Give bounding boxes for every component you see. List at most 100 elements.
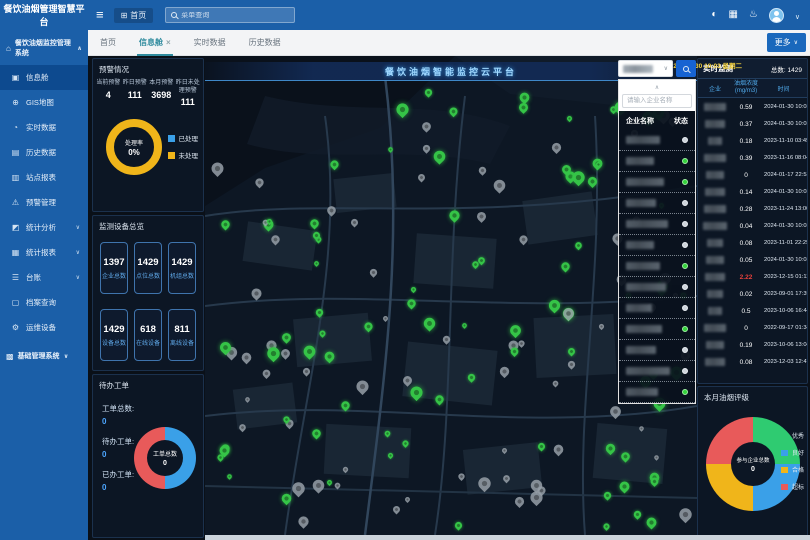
map-pin[interactable] <box>453 520 463 530</box>
device-stat-card[interactable]: 1429 点位总数 <box>134 242 162 294</box>
map-pin[interactable] <box>329 159 341 171</box>
realtime-row[interactable]: 0.39 2023-11-16 08:04:00 <box>698 149 807 166</box>
page-tab[interactable]: 首页 <box>98 30 118 56</box>
map-pin[interactable] <box>559 260 571 272</box>
company-list-item[interactable] <box>619 319 695 340</box>
map-pin[interactable] <box>513 495 526 508</box>
company-list-item[interactable] <box>619 277 695 298</box>
company-list-item[interactable] <box>619 340 695 361</box>
realtime-row[interactable]: 0.28 2023-11-24 13:00:00 <box>698 200 807 217</box>
map-pin[interactable] <box>313 260 320 267</box>
map-pin[interactable] <box>502 474 512 484</box>
map-pin[interactable] <box>408 384 425 401</box>
map-pin[interactable] <box>219 218 231 230</box>
map-pin[interactable] <box>475 211 488 224</box>
map-pin[interactable] <box>501 447 508 454</box>
company-list-item[interactable] <box>619 256 695 277</box>
realtime-row[interactable]: 0.59 2024-01-30 10:03:00 <box>698 98 807 115</box>
sidebar-item[interactable]: ▣ 信息舱 ∨ <box>0 65 88 90</box>
map-pin[interactable] <box>561 306 576 321</box>
device-stat-card[interactable]: 1429 机组总数 <box>168 242 196 294</box>
map-pin[interactable] <box>326 479 333 486</box>
map-pin[interactable] <box>310 477 326 493</box>
realtime-row[interactable]: 0.04 2024-01-30 10:03:00 <box>698 217 807 234</box>
map-pin[interactable] <box>368 267 378 277</box>
map-pin[interactable] <box>269 234 281 246</box>
map-pin[interactable] <box>383 429 391 437</box>
map-pin[interactable] <box>254 177 266 189</box>
map-pin[interactable] <box>422 316 438 332</box>
map-pin[interactable] <box>567 347 577 357</box>
map-pin[interactable] <box>401 440 410 449</box>
device-stat-card[interactable]: 1397 企业总数 <box>100 242 128 294</box>
sidebar-item[interactable]: ▢ 档案查询 ∨ <box>0 290 88 315</box>
map-pin[interactable] <box>394 101 411 118</box>
page-tab[interactable]: 实时数据 <box>192 30 228 56</box>
map-pin[interactable] <box>434 394 446 406</box>
sidebar-item[interactable]: ▦ 统计报表 ∨ <box>0 240 88 265</box>
device-stat-card[interactable]: 811 离线设备 <box>168 309 196 361</box>
map-pin[interactable] <box>409 285 416 292</box>
map-pin[interactable] <box>509 346 520 357</box>
sidebar-item[interactable]: ⚙ 运维设备 ∨ <box>0 315 88 340</box>
map-pin[interactable] <box>310 427 322 439</box>
sidebar-item[interactable]: ◔ 实时数据 ∨ <box>0 115 88 140</box>
realtime-row[interactable]: 0.37 2024-01-30 10:03:00 <box>698 115 807 132</box>
map-pin[interactable] <box>420 120 432 132</box>
page-tab[interactable]: 历史数据 <box>247 30 283 56</box>
sidebar-group-monitoring[interactable]: 餐饮油烟监控管理系统 <box>0 30 88 65</box>
page-tab[interactable]: 信息舱 <box>137 30 173 56</box>
theme-icon[interactable] <box>711 10 717 20</box>
company-list-item[interactable] <box>619 172 695 193</box>
company-list-item[interactable] <box>619 361 695 382</box>
map-pin[interactable] <box>354 378 371 395</box>
map-pin[interactable] <box>602 522 611 531</box>
company-select[interactable] <box>618 60 673 77</box>
map-pin[interactable] <box>209 160 226 177</box>
menu-search-box[interactable] <box>165 7 295 23</box>
map-pin[interactable] <box>349 218 359 228</box>
company-list-item[interactable] <box>619 214 695 235</box>
collapse-handle[interactable] <box>622 81 692 89</box>
company-list-item[interactable] <box>619 235 695 256</box>
map-pin[interactable] <box>323 349 337 363</box>
chevron-down-icon[interactable] <box>795 6 800 24</box>
map-pin[interactable] <box>250 286 264 300</box>
message-icon[interactable] <box>749 10 758 20</box>
sidebar-item[interactable]: ▥ 站点报表 ∨ <box>0 165 88 190</box>
map-pin[interactable] <box>244 396 251 403</box>
map-pin[interactable] <box>339 399 351 411</box>
map-pin[interactable] <box>602 490 612 500</box>
close-icon[interactable] <box>166 38 171 47</box>
map-pin[interactable] <box>457 471 466 480</box>
map-pin[interactable] <box>401 374 414 387</box>
map-pin[interactable] <box>517 234 529 246</box>
map-pin[interactable] <box>619 451 631 463</box>
map-pin[interactable] <box>638 425 645 432</box>
realtime-row[interactable]: 0.5 2023-10-06 16:44:00 <box>698 302 807 319</box>
map-pin[interactable] <box>240 350 254 364</box>
map-pin[interactable] <box>498 365 511 378</box>
device-stat-card[interactable]: 1429 设备总数 <box>100 309 128 361</box>
company-list-item[interactable] <box>619 130 695 151</box>
company-list-item[interactable] <box>619 382 695 403</box>
avatar[interactable] <box>769 8 784 23</box>
map-pin[interactable] <box>518 91 532 105</box>
realtime-row[interactable]: 0 2022-09-17 01:34:00 <box>698 319 807 336</box>
map-pin[interactable] <box>301 343 318 360</box>
map-pin[interactable] <box>550 141 563 154</box>
map-pin[interactable] <box>547 297 563 313</box>
map-pin[interactable] <box>431 148 447 164</box>
map-pin[interactable] <box>597 322 604 329</box>
map-pin[interactable] <box>447 208 461 222</box>
map-pin[interactable] <box>677 506 695 524</box>
map-pin[interactable] <box>280 331 292 343</box>
sidebar-item[interactable]: ☰ 台账 ∨ <box>0 265 88 290</box>
map-pin[interactable] <box>491 177 507 193</box>
map-pin[interactable] <box>477 166 488 177</box>
menu-search-input[interactable] <box>181 12 289 19</box>
map-pin[interactable] <box>461 322 468 329</box>
map-pin[interactable] <box>476 475 494 493</box>
map-pin[interactable] <box>315 307 325 317</box>
map-pin[interactable] <box>404 496 411 503</box>
